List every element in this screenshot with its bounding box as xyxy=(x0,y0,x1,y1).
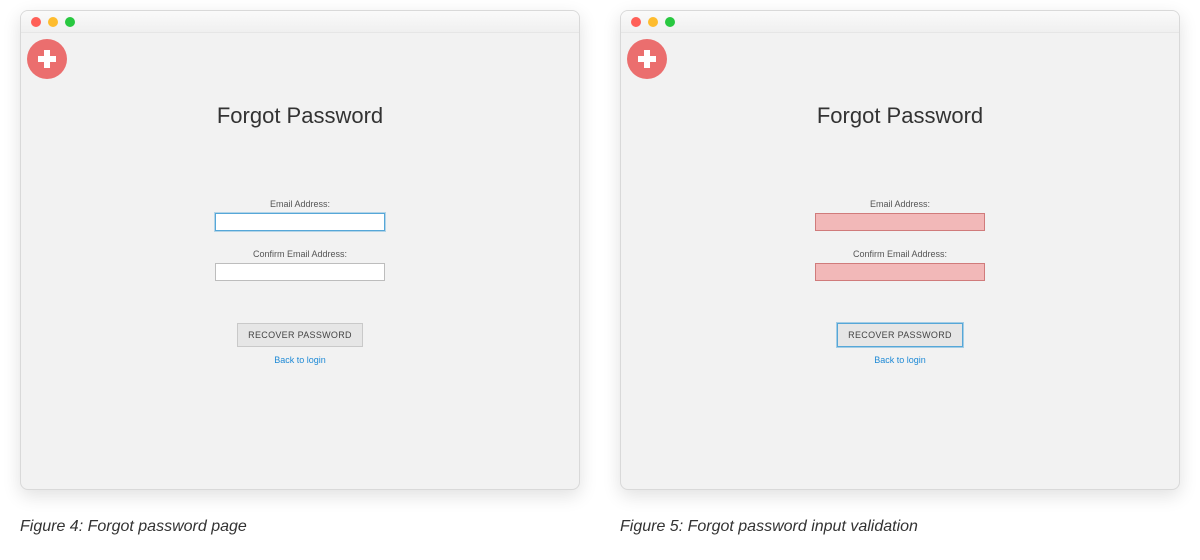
figure-4-wrap: Forgot Password Email Address: Confirm E… xyxy=(20,10,580,536)
forgot-password-form: Forgot Password Email Address: Confirm E… xyxy=(621,33,1179,489)
email-field[interactable] xyxy=(215,213,385,231)
confirm-email-field[interactable] xyxy=(215,263,385,281)
window-titlebar xyxy=(621,11,1179,33)
app-window-left: Forgot Password Email Address: Confirm E… xyxy=(20,10,580,490)
recover-password-button[interactable]: RECOVER PASSWORD xyxy=(237,323,363,347)
form-actions: RECOVER PASSWORD Back to login xyxy=(837,323,963,365)
confirm-email-label: Confirm Email Address: xyxy=(253,249,347,259)
back-to-login-link[interactable]: Back to login xyxy=(274,355,326,365)
email-label: Email Address: xyxy=(270,199,330,209)
window-zoom-icon[interactable] xyxy=(65,17,75,27)
figure-4-caption: Figure 4: Forgot password page xyxy=(20,518,580,536)
app-window-right: Forgot Password Email Address: Confirm E… xyxy=(620,10,1180,490)
window-minimize-icon[interactable] xyxy=(648,17,658,27)
window-zoom-icon[interactable] xyxy=(665,17,675,27)
page-title: Forgot Password xyxy=(217,103,383,129)
window-close-icon[interactable] xyxy=(31,17,41,27)
window-titlebar xyxy=(21,11,579,33)
window-close-icon[interactable] xyxy=(631,17,641,27)
figure-row: Forgot Password Email Address: Confirm E… xyxy=(20,10,1180,536)
medical-cross-icon xyxy=(27,39,67,79)
email-field[interactable] xyxy=(815,213,985,231)
confirm-email-field[interactable] xyxy=(815,263,985,281)
form-fields: Email Address: Confirm Email Address: xyxy=(621,199,1179,295)
page-title: Forgot Password xyxy=(817,103,983,129)
forgot-password-form: Forgot Password Email Address: Confirm E… xyxy=(21,33,579,489)
recover-password-button[interactable]: RECOVER PASSWORD xyxy=(837,323,963,347)
app-body: Forgot Password Email Address: Confirm E… xyxy=(21,33,579,489)
figure-5-wrap: Forgot Password Email Address: Confirm E… xyxy=(620,10,1180,536)
window-minimize-icon[interactable] xyxy=(48,17,58,27)
figure-5-caption: Figure 5: Forgot password input validati… xyxy=(620,518,1180,536)
email-label: Email Address: xyxy=(870,199,930,209)
app-body: Forgot Password Email Address: Confirm E… xyxy=(621,33,1179,489)
medical-cross-icon xyxy=(627,39,667,79)
form-actions: RECOVER PASSWORD Back to login xyxy=(237,323,363,365)
confirm-email-label: Confirm Email Address: xyxy=(853,249,947,259)
back-to-login-link[interactable]: Back to login xyxy=(874,355,926,365)
form-fields: Email Address: Confirm Email Address: xyxy=(21,199,579,295)
